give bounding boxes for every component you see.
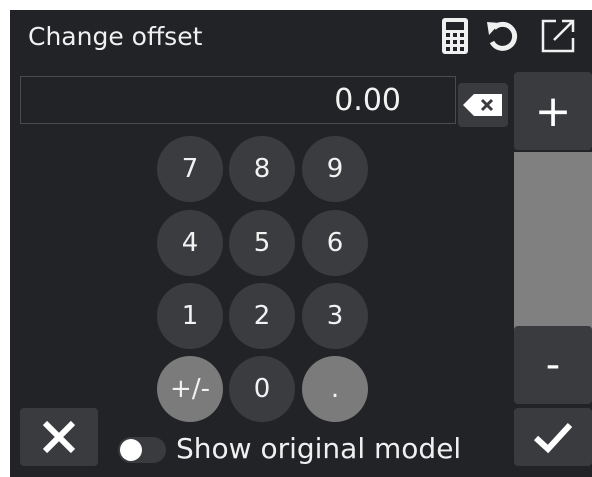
key-7[interactable]: 7 [157,136,223,202]
backspace-icon [463,94,502,116]
key-0[interactable]: 0 [229,356,295,422]
value-display[interactable]: 0.00 [20,76,456,124]
offset-dialog: Change offset 0.00 + - 7 8 9 4 5 6 1 2 3… [10,10,592,477]
value-text: 0.00 [334,83,401,118]
key-9[interactable]: 9 [302,136,368,202]
increment-button[interactable]: + [514,72,592,150]
decimal-key[interactable]: . [302,356,368,422]
key-3[interactable]: 3 [302,283,368,349]
key-2[interactable]: 2 [229,283,295,349]
reset-icon[interactable] [484,14,520,58]
show-original-toggle[interactable] [118,437,166,463]
toggle-knob [120,439,142,461]
backspace-button[interactable] [458,83,508,127]
calculator-icon[interactable] [437,14,473,58]
plus-minus-key[interactable]: +/- [157,356,223,422]
key-6[interactable]: 6 [302,210,368,276]
confirm-button[interactable] [514,408,592,466]
key-8[interactable]: 8 [229,136,295,202]
key-4[interactable]: 4 [157,210,223,276]
decrement-button[interactable]: - [514,326,592,404]
cancel-button[interactable] [20,408,98,466]
toggle-label: Show original model [176,432,462,465]
dialog-title: Change offset [28,22,203,51]
expand-icon[interactable] [540,14,576,58]
offset-slider[interactable] [514,152,592,334]
checkmark-icon [533,422,573,454]
close-icon [42,420,76,454]
key-1[interactable]: 1 [157,283,223,349]
key-5[interactable]: 5 [229,210,295,276]
